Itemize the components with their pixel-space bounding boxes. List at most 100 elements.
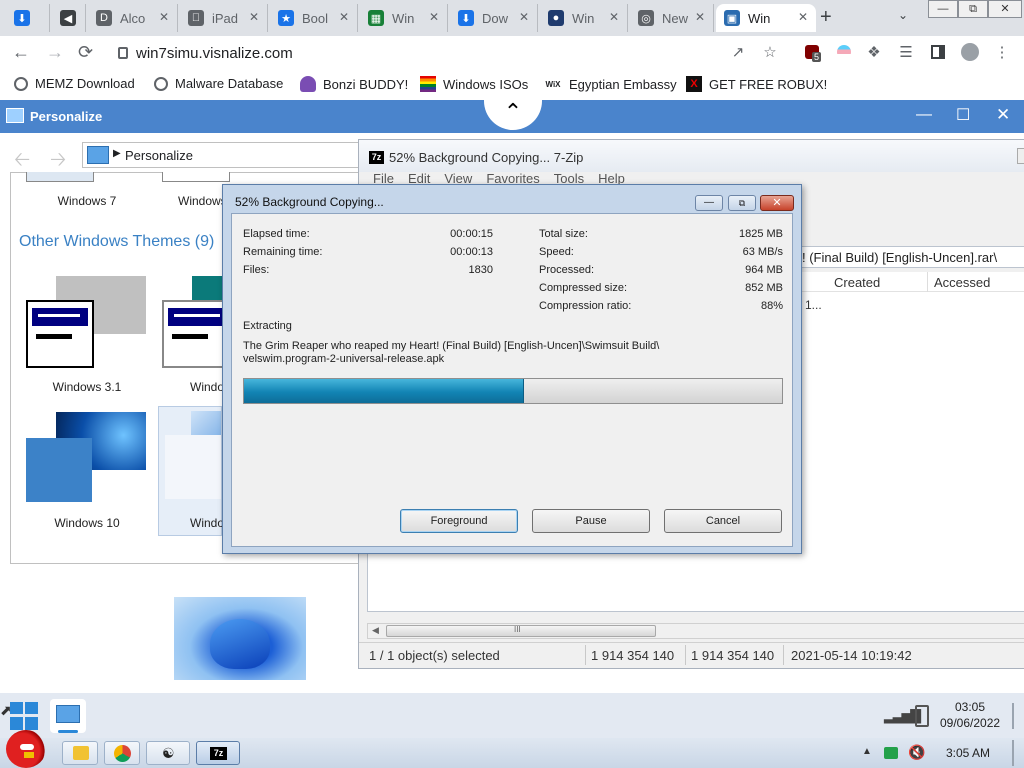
side-panel-icon[interactable] (928, 42, 948, 62)
host-show-desktop-button[interactable] (1012, 740, 1014, 766)
tab-close-icon[interactable]: ✕ (798, 10, 808, 24)
column-created[interactable]: Created (834, 275, 880, 290)
back-button[interactable]: ← (12, 42, 30, 63)
bookmark-label: Bonzi BUDDY! (323, 76, 409, 92)
share-icon[interactable]: ↗ (728, 42, 748, 62)
chrome-menu-icon[interactable]: ⋮ (992, 42, 1012, 62)
tab-active[interactable]: ▣ Win ✕ (716, 4, 816, 32)
monitor-icon (87, 146, 109, 164)
dialog-restore-button[interactable]: ⧉ (728, 195, 756, 211)
stat-label: Files: (243, 264, 270, 276)
app-task-button[interactable]: ☯ (146, 741, 190, 765)
sim-maximize-button[interactable]: ☐ (956, 105, 970, 125)
tab-close-icon[interactable]: ✕ (159, 10, 169, 24)
foreground-button[interactable]: Foreground (400, 509, 518, 533)
status-modified: 2021-05-14 10:19:42 (791, 648, 912, 663)
theme-label: Windo (190, 516, 222, 530)
explorer-task-button[interactable] (62, 741, 98, 765)
forward-button[interactable]: → (46, 42, 64, 63)
bookmark-item[interactable]: Malware Database (154, 76, 283, 91)
angry-bird-start-icon[interactable] (6, 730, 46, 768)
sim-close-button[interactable]: ✕ (996, 105, 1010, 125)
lock-icon (118, 47, 128, 59)
close-window-button[interactable]: ✕ (988, 0, 1022, 18)
tab[interactable]: ● Win ✕ (540, 4, 628, 32)
pause-button[interactable]: Pause (532, 509, 650, 533)
media-queue-icon[interactable]: ☰ (896, 42, 916, 62)
bookmark-item[interactable]: WiX Egyptian Embassy (544, 76, 676, 92)
windows-icon: ▣ (724, 10, 740, 26)
cancel-button[interactable]: Cancel (664, 509, 782, 533)
tab[interactable]: ⬇ (6, 4, 50, 32)
ublock-extension-icon[interactable]: 5 (802, 42, 822, 62)
progress-bar (243, 378, 783, 404)
tab[interactable]:  iPad ✕ (180, 4, 268, 32)
scroll-left-icon[interactable]: ◀ (372, 625, 379, 636)
minimize-window-button[interactable]: — (928, 0, 958, 18)
tab-close-icon[interactable]: ✕ (249, 10, 259, 24)
windows95-theme-thumb[interactable] (162, 300, 224, 368)
bookmark-item[interactable]: Bonzi BUDDY! (300, 76, 408, 92)
dialog-minimize-button[interactable]: — (695, 195, 723, 211)
address-bar[interactable]: win7simu.visnalize.com (112, 40, 792, 66)
tab[interactable]: ▦ Win ✕ (360, 4, 448, 32)
stat-label: Remaining time: (243, 246, 323, 258)
simulated-taskbar: ▂▃▅▇ 03:05 09/06/2022 (0, 693, 1024, 739)
bookmark-item[interactable]: Windows ISOs (420, 76, 528, 92)
horizontal-scrollbar[interactable]: ◀ III (367, 623, 1024, 639)
chrome-task-button[interactable] (104, 741, 140, 765)
scroll-thumb[interactable]: III (386, 625, 656, 637)
bookmark-item[interactable]: X GET FREE ROBUX! (686, 76, 827, 92)
tab-close-icon[interactable]: ✕ (609, 10, 619, 24)
signal-icon[interactable]: ▂▃▅▇ (884, 707, 921, 724)
bookmark-item[interactable]: MEMZ Download (14, 76, 135, 91)
battery-icon[interactable] (915, 705, 929, 727)
restore-window-button[interactable]: ⧉ (958, 0, 988, 18)
sim-minimize-button[interactable]: — (916, 106, 932, 124)
tab[interactable]: ⬇ Dow ✕ (450, 4, 538, 32)
windows31-theme-thumb[interactable] (26, 300, 94, 368)
table-row[interactable]: 1... (805, 298, 822, 312)
windows11-wallpaper-preview (174, 597, 306, 680)
dialog-close-button[interactable]: ✕ (760, 195, 794, 211)
tab[interactable]: ◎ New ✕ (630, 4, 714, 32)
tray-app-icon[interactable] (884, 747, 898, 759)
stat-value: 63 MB/s (742, 246, 783, 258)
bookmark-star-icon[interactable]: ☆ (760, 42, 780, 62)
new-tab-button[interactable]: + (820, 6, 832, 29)
tab-search-chevron-icon[interactable]: ⌄ (898, 8, 908, 22)
volume-muted-icon[interactable]: 🔇 (908, 744, 925, 761)
tab[interactable]: ★ Bool ✕ (270, 4, 358, 32)
stat-label: Processed: (539, 264, 595, 276)
tab-close-icon[interactable]: ✕ (695, 10, 705, 24)
personalize-task-button[interactable] (50, 699, 86, 733)
extensions-puzzle-icon[interactable]: ❖ (864, 42, 884, 62)
start-icon-gap (10, 714, 38, 717)
bonzi-icon (300, 76, 316, 92)
profile-avatar-icon[interactable] (960, 42, 980, 62)
tab-close-icon[interactable]: ✕ (339, 10, 349, 24)
reload-button[interactable]: ⟳ (78, 42, 93, 63)
windows7-theme-thumb[interactable] (26, 172, 94, 182)
7zip-minimize-button[interactable] (1017, 148, 1024, 164)
bookmark-label: GET FREE ROBUX! (709, 76, 828, 92)
show-desktop-button[interactable] (1012, 703, 1014, 729)
stat-row: Speed: 63 MB/s (539, 246, 783, 264)
tab-close-icon[interactable]: ✕ (429, 10, 439, 24)
explorer-address-bar[interactable]: ▶ Personalize (82, 142, 372, 168)
7zip-task-button[interactable]: 7z (196, 741, 240, 765)
tab[interactable]: ◀ (52, 4, 86, 32)
pride-extension-icon[interactable] (834, 42, 854, 62)
windows10-theme-thumb[interactable] (26, 438, 92, 502)
windows-theme-thumb[interactable] (162, 172, 230, 182)
column-accessed[interactable]: Accessed (934, 275, 990, 290)
tray-expand-icon[interactable]: ▲ (862, 746, 872, 757)
bookmark-label: Malware Database (175, 76, 284, 91)
mouse-cursor-icon: ⬈ (0, 702, 12, 718)
tab[interactable]: D Alco ✕ (88, 4, 178, 32)
7zip-path-field[interactable]: ! (Final Build) [English-Uncen].rar\ (799, 246, 1024, 268)
7zip-app-icon: 7z (369, 151, 384, 164)
stat-label: Compressed size: (539, 282, 628, 294)
tab-close-icon[interactable]: ✕ (519, 10, 529, 24)
extension-badge: 5 (812, 52, 822, 62)
